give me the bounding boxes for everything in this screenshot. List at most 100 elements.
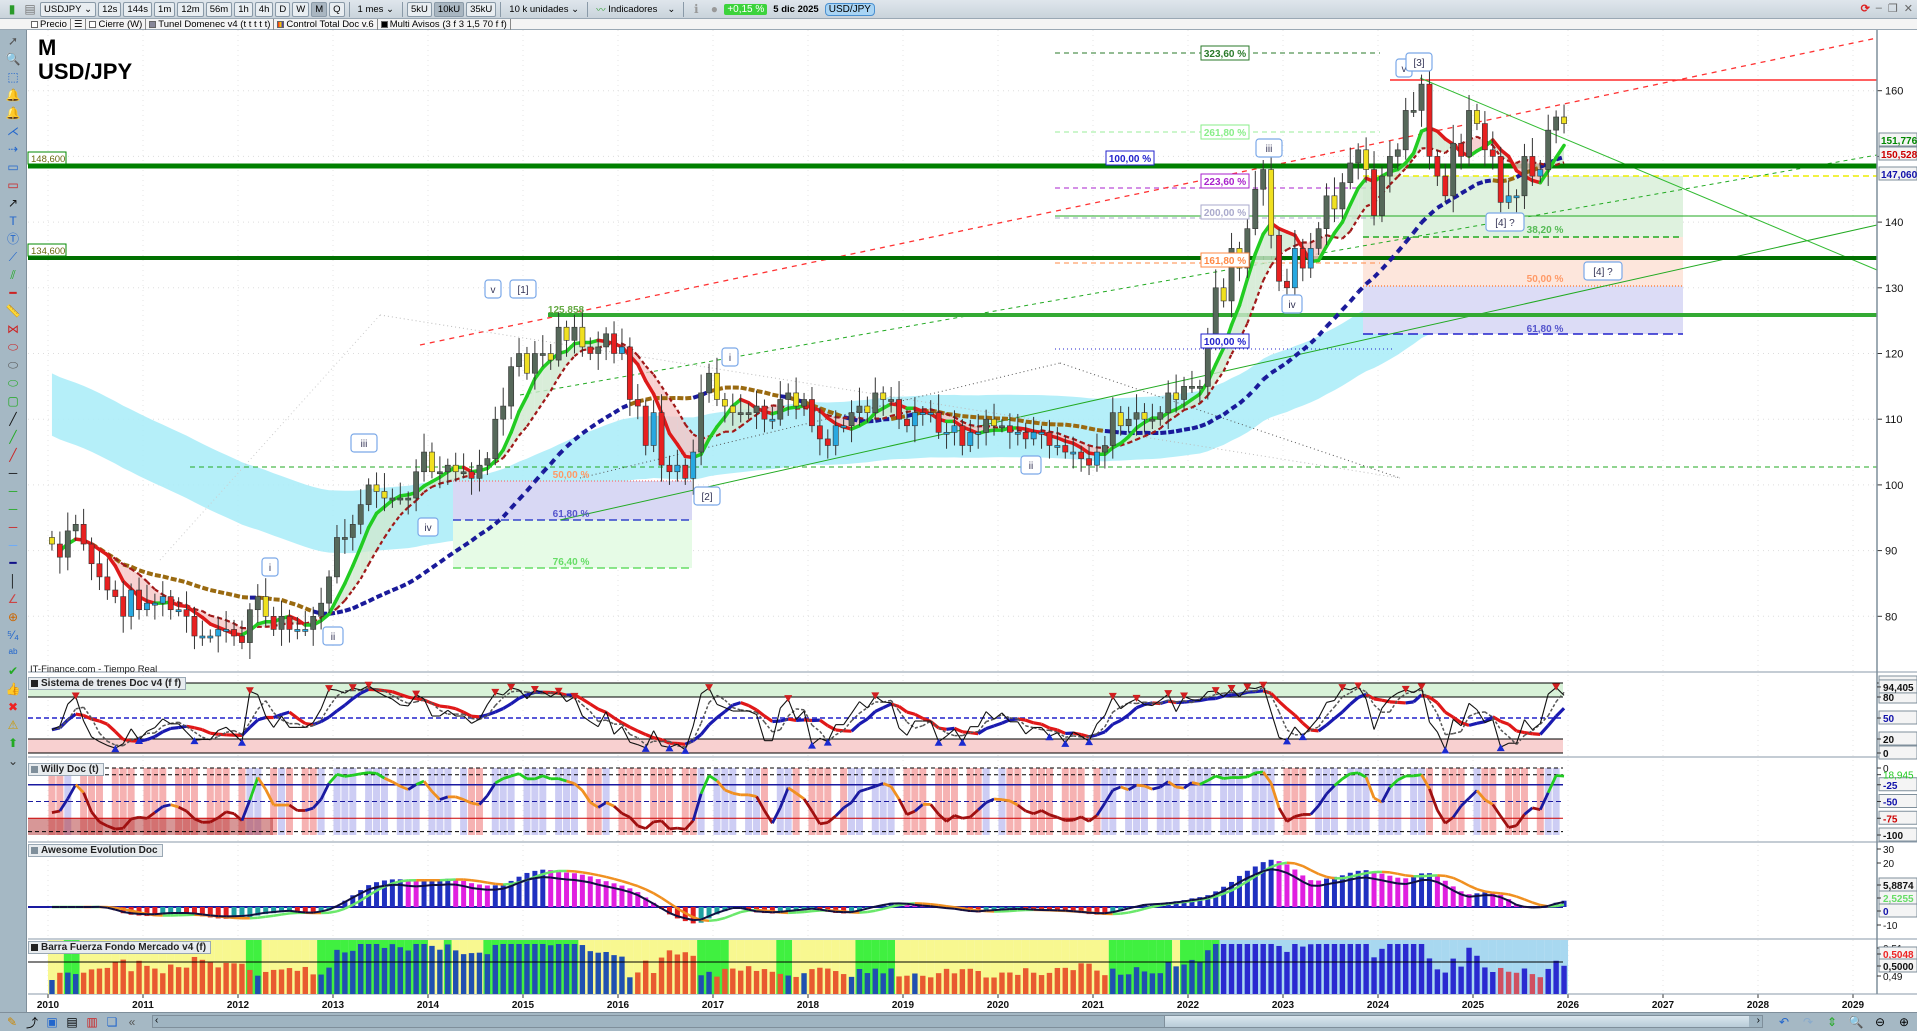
undo-icon[interactable]: ↶: [1776, 1015, 1792, 1029]
checkbox[interactable]: [31, 20, 38, 28]
annotation-i1[interactable]: i: [261, 557, 279, 577]
autoscale-icon[interactable]: ⇕: [1824, 1015, 1840, 1029]
indicator-price[interactable]: Precio: [28, 18, 71, 30]
trendline-icon[interactable]: ⟋: [2, 249, 24, 266]
timeframe-button-1h[interactable]: 1h: [234, 1, 253, 17]
annotation-f764a[interactable]: 76,40 %: [553, 557, 590, 568]
annotation-ii1[interactable]: ii: [322, 626, 344, 646]
scrollbar-thumb[interactable]: [1164, 1016, 1749, 1027]
more-icon[interactable]: ⌄: [2, 753, 24, 770]
fibonacci-icon[interactable]: ⋌: [2, 123, 24, 140]
main-plot-area[interactable]: [28, 30, 1877, 672]
timeframe-button-12m[interactable]: 12m: [177, 1, 204, 17]
ellipse-icon[interactable]: ⬭: [2, 339, 24, 356]
cursor-icon[interactable]: ➚: [2, 33, 24, 50]
warning-icon[interactable]: ⚠: [2, 717, 24, 734]
bell-icon[interactable]: 🔔: [2, 105, 24, 122]
annotation-f50a[interactable]: 50,00 %: [553, 470, 590, 481]
annotation-w2[interactable]: [2]: [693, 486, 721, 506]
annotation-f3236[interactable]: 323,60 %: [1200, 45, 1250, 61]
scroll-left-arrow[interactable]: ‹: [155, 1015, 158, 1026]
report-icon[interactable]: ▤: [64, 1015, 80, 1029]
crosshair-icon[interactable]: ⊕: [2, 609, 24, 626]
diagonal-red-icon[interactable]: ╱: [2, 447, 24, 464]
wave-count-icon[interactable]: ⁵⁄₄: [2, 627, 24, 644]
cross-icon[interactable]: ✖: [2, 699, 24, 716]
timeframe-button-4h[interactable]: 4h: [254, 1, 274, 17]
redo-icon[interactable]: ↷: [1800, 1015, 1816, 1029]
timeframe-button-Q[interactable]: Q: [329, 1, 345, 17]
fib-line-icon[interactable]: ⇢: [2, 141, 24, 158]
list-icon[interactable]: ☰: [71, 18, 87, 30]
hline-green2-icon[interactable]: ─: [2, 501, 24, 518]
zoom-vertical-icon[interactable]: 🔍: [1848, 1015, 1864, 1029]
annotation-w4b[interactable]: [4] ?: [1583, 261, 1623, 281]
timeframe-button-56m[interactable]: 56m: [205, 1, 233, 17]
box-green-icon[interactable]: ▢: [2, 393, 24, 410]
hline-red-icon[interactable]: ─: [2, 519, 24, 536]
hline-icon[interactable]: ─: [2, 465, 24, 482]
indicator-alerts[interactable]: Multi Avisos (3 f 3 1,5 70 f f): [378, 18, 511, 30]
horizontal-scrollbar[interactable]: ‹ ›: [152, 1015, 1763, 1028]
text-icon[interactable]: T: [2, 213, 24, 230]
annotation-w3[interactable]: [3]: [1405, 52, 1433, 72]
annotation-ii2[interactable]: ii: [1020, 455, 1042, 475]
timeframe-button-D[interactable]: D: [275, 1, 291, 17]
info-icon[interactable]: ℹ: [688, 2, 704, 16]
columns-icon[interactable]: ▥: [84, 1015, 100, 1029]
annotation-f618a[interactable]: 61,80 %: [553, 509, 590, 520]
annotation-f382[interactable]: 38,20 %: [1527, 225, 1564, 236]
line-red-icon[interactable]: ━: [2, 285, 24, 302]
symbol-select[interactable]: USDJPY ⌄: [40, 1, 97, 17]
annotation-i2[interactable]: i: [721, 347, 739, 367]
rectangle-icon[interactable]: ▭: [2, 159, 24, 176]
alert-bell-icon[interactable]: 🔔: [2, 87, 24, 104]
minimize-icon[interactable]: –: [1876, 2, 1882, 15]
zoom-out-icon[interactable]: ⊖: [1872, 1015, 1888, 1029]
bar-chart-icon[interactable]: ▮: [4, 2, 20, 16]
annotation-f50b[interactable]: 50,00 %: [1527, 274, 1564, 285]
vline-icon[interactable]: │: [2, 573, 24, 590]
timeframe-button-M[interactable]: M: [311, 1, 328, 17]
zoom-icon[interactable]: 🔍: [2, 51, 24, 68]
annotation-iv1[interactable]: iv: [417, 517, 439, 537]
indicators-dropdown[interactable]: ⌄: [663, 4, 679, 15]
pattern-icon[interactable]: ⋈: [2, 321, 24, 338]
annotation-f100b[interactable]: 100,00 %: [1200, 333, 1250, 349]
chart-canvas[interactable]: 1701601501401301201101009080201020112012…: [0, 0, 1917, 1031]
diagonal-icon[interactable]: ╱: [2, 411, 24, 428]
annotation-f618b[interactable]: 61,80 %: [1527, 324, 1564, 335]
hline-navy-icon[interactable]: ━: [2, 555, 24, 572]
units-select[interactable]: 10 k unidades ⌄: [505, 4, 583, 15]
arrow-icon[interactable]: ↗: [2, 195, 24, 212]
ellipse-gray-icon[interactable]: ⬭: [2, 357, 24, 374]
annotation-iii1[interactable]: iii: [350, 433, 378, 453]
restore-icon[interactable]: ❐: [1888, 2, 1898, 15]
channel-icon[interactable]: ⫽: [2, 267, 24, 284]
hline-green-icon[interactable]: ─: [2, 483, 24, 500]
annotation-w1[interactable]: [1]: [509, 279, 537, 299]
hline-blue-icon[interactable]: ─: [2, 537, 24, 554]
unit-button-35kU[interactable]: 35kU: [466, 1, 497, 17]
share-icon[interactable]: ⤴: [24, 1014, 40, 1031]
indicator-control[interactable]: Control Total Doc v.6: [274, 18, 378, 30]
annotation-f1618[interactable]: 161,80 %: [1200, 252, 1250, 268]
pencil-icon[interactable]: ✎: [4, 1015, 20, 1029]
abc-icon[interactable]: ᵃᵇ: [2, 645, 24, 662]
ellipse-green-icon[interactable]: ⬭: [2, 375, 24, 392]
annotation-f2618[interactable]: 261,80 %: [1200, 124, 1250, 140]
zoom-area-icon[interactable]: ⬚: [2, 69, 24, 86]
panel-label-willy[interactable]: Willy Doc (t): [28, 763, 104, 776]
timeframe-button-144s[interactable]: 144s: [123, 1, 153, 17]
indicator-tunnel[interactable]: Tunel Domenec v4 (t t t t t): [146, 18, 275, 30]
scroll-right-arrow[interactable]: ›: [1757, 1015, 1760, 1026]
thumbs-up-icon[interactable]: 👍: [2, 681, 24, 698]
layout-icon[interactable]: ▤: [22, 2, 38, 16]
rewind-icon[interactable]: «: [124, 1015, 140, 1029]
windows-icon[interactable]: ❏: [104, 1015, 120, 1029]
indicator-close[interactable]: Cierre (W): [86, 18, 147, 30]
checkbox[interactable]: [89, 20, 97, 28]
annotation-v1[interactable]: v: [484, 279, 502, 299]
panel-label-trenes[interactable]: Sistema de trenes Doc v4 (f f): [28, 677, 187, 690]
annotation-w4a[interactable]: [4] ?: [1485, 212, 1525, 232]
